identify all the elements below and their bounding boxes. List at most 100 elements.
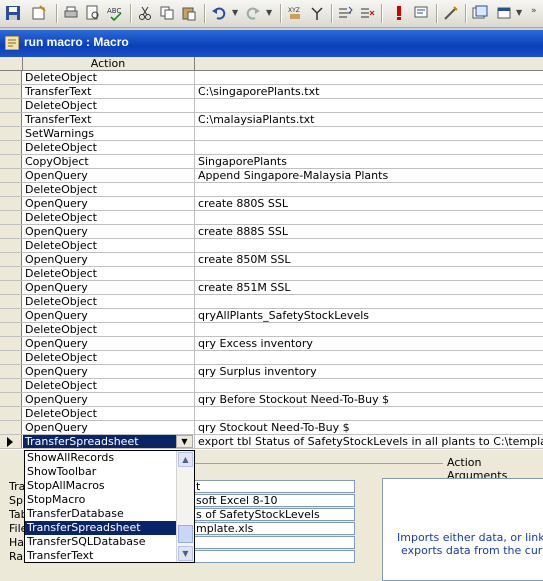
- comment-cell[interactable]: create 851M SSL: [198, 281, 543, 294]
- dropdown-item[interactable]: TransferDatabase: [25, 507, 177, 521]
- macro-row[interactable]: OpenQuery qry Stockout Need-To-Buy $: [0, 421, 543, 435]
- comment-cell[interactable]: [198, 99, 543, 112]
- action-cell[interactable]: CopyObject: [23, 155, 195, 168]
- new-object-dropdown-icon[interactable]: ▼: [516, 8, 522, 17]
- comment-cell[interactable]: [198, 71, 543, 84]
- select-all-button[interactable]: [0, 57, 23, 70]
- comment-cell[interactable]: [198, 407, 543, 420]
- conditions-icon[interactable]: [308, 4, 326, 22]
- row-selector[interactable]: [0, 393, 22, 406]
- comment-cell[interactable]: [198, 267, 543, 280]
- argument-field[interactable]: s of SafetyStockLevels: [193, 508, 355, 521]
- redo-dropdown-icon[interactable]: ▼: [266, 8, 272, 17]
- row-selector[interactable]: [0, 113, 22, 126]
- comment-cell[interactable]: [198, 183, 543, 196]
- macro-row[interactable]: DeleteObject: [0, 267, 543, 281]
- argument-field[interactable]: t: [193, 480, 355, 493]
- row-selector[interactable]: [0, 155, 22, 168]
- redo-icon[interactable]: [244, 4, 262, 22]
- macro-row[interactable]: OpenQuery qry Surplus inventory: [0, 365, 543, 379]
- spelling-icon[interactable]: ABC: [106, 4, 124, 22]
- action-cell[interactable]: DeleteObject: [23, 141, 195, 154]
- toolbar-options-icon[interactable]: »: [531, 6, 537, 16]
- argument-field[interactable]: [193, 550, 355, 563]
- row-selector[interactable]: [0, 197, 22, 210]
- action-cell[interactable]: DeleteObject: [23, 239, 195, 252]
- copy-icon[interactable]: [158, 4, 176, 22]
- undo-icon[interactable]: [210, 4, 228, 22]
- macro-row[interactable]: TransferText C:\singaporePlants.txt: [0, 85, 543, 99]
- macro-row[interactable]: OpenQuery qryAllPlants_SafetyStockLevels: [0, 309, 543, 323]
- row-selector[interactable]: [0, 379, 22, 392]
- save-icon[interactable]: [4, 4, 22, 22]
- dropdown-item[interactable]: TransferSQLDatabase: [25, 535, 177, 549]
- action-dropdown-button[interactable]: ▼: [176, 435, 193, 448]
- comment-cell[interactable]: export tbl Status of SafetyStockLevels i…: [198, 435, 543, 448]
- action-cell[interactable]: DeleteObject: [23, 379, 195, 392]
- row-selector[interactable]: [0, 281, 22, 294]
- action-cell[interactable]: TransferText: [23, 113, 195, 126]
- macro-row[interactable]: DeleteObject: [0, 407, 543, 421]
- action-cell[interactable]: SetWarnings: [23, 127, 195, 140]
- row-selector[interactable]: [0, 239, 22, 252]
- comment-cell[interactable]: qry Before Stockout Need-To-Buy $: [198, 393, 543, 406]
- action-dropdown-list[interactable]: ShowAllRecords ShowToolbar StopAllMacros St…: [24, 450, 195, 563]
- macro-row[interactable]: OpenQuery create 850M SSL: [0, 253, 543, 267]
- row-selector[interactable]: [0, 85, 22, 98]
- action-cell[interactable]: DeleteObject: [23, 267, 195, 280]
- macro-row[interactable]: TransferText C:\malaysiaPlants.txt: [0, 113, 543, 127]
- action-cell[interactable]: OpenQuery: [23, 253, 195, 266]
- action-cell[interactable]: OpenQuery: [23, 225, 195, 238]
- row-selector[interactable]: [0, 407, 22, 420]
- row-selector[interactable]: [0, 127, 22, 140]
- dropdown-item[interactable]: TransferText: [25, 549, 177, 562]
- macro-row[interactable]: OpenQuery qry Excess inventory: [0, 337, 543, 351]
- scroll-up-icon[interactable]: ▲: [178, 452, 193, 467]
- macro-row[interactable]: DeleteObject: [0, 183, 543, 197]
- row-selector[interactable]: [0, 337, 22, 350]
- insert-rows-icon[interactable]: [336, 4, 354, 22]
- macro-row[interactable]: SetWarnings: [0, 127, 543, 141]
- row-selector[interactable]: [0, 295, 22, 308]
- row-selector[interactable]: [0, 365, 22, 378]
- action-cell[interactable]: OpenQuery: [23, 197, 195, 210]
- print-preview-icon[interactable]: [84, 4, 102, 22]
- row-selector[interactable]: [0, 323, 22, 336]
- dropdown-item[interactable]: ShowToolbar: [25, 465, 177, 479]
- action-cell[interactable]: OpenQuery: [23, 309, 195, 322]
- comment-cell[interactable]: create 850M SSL: [198, 253, 543, 266]
- comment-cell[interactable]: [198, 127, 543, 140]
- macro-row[interactable]: OpenQuery create 888S SSL: [0, 225, 543, 239]
- database-window-icon[interactable]: [471, 4, 489, 22]
- single-step-icon[interactable]: [412, 4, 430, 22]
- macro-row[interactable]: DeleteObject: [0, 295, 543, 309]
- comment-cell[interactable]: [198, 239, 543, 252]
- row-selector[interactable]: [0, 351, 22, 364]
- row-selector[interactable]: [0, 435, 22, 448]
- action-cell[interactable]: DeleteObject: [23, 183, 195, 196]
- comment-cell[interactable]: [198, 379, 543, 392]
- action-cell[interactable]: OpenQuery: [23, 337, 195, 350]
- action-cell[interactable]: DeleteObject: [23, 407, 195, 420]
- row-selector[interactable]: [0, 169, 22, 182]
- action-cell[interactable]: DeleteObject: [23, 211, 195, 224]
- comment-cell[interactable]: create 880S SSL: [198, 197, 543, 210]
- action-cell[interactable]: DeleteObject: [23, 71, 195, 84]
- action-cell[interactable]: DeleteObject: [23, 99, 195, 112]
- build-wizard-icon[interactable]: [442, 4, 460, 22]
- action-cell[interactable]: OpenQuery: [23, 421, 195, 434]
- macro-row[interactable]: DeleteObject: [0, 99, 543, 113]
- comment-cell[interactable]: C:\malaysiaPlants.txt: [198, 113, 543, 126]
- macro-names-icon[interactable]: XYZ: [286, 4, 304, 22]
- macro-row[interactable]: OpenQuery qry Before Stockout Need-To-Buy…: [0, 393, 543, 407]
- macro-row[interactable]: DeleteObject: [0, 351, 543, 365]
- argument-field[interactable]: soft Excel 8-10: [193, 494, 355, 507]
- new-object-icon[interactable]: [495, 4, 513, 22]
- row-selector[interactable]: [0, 267, 22, 280]
- comment-cell[interactable]: qry Excess inventory: [198, 337, 543, 350]
- macro-row[interactable]: TransferSpreadsheet ▼ export tbl Status of…: [0, 435, 543, 449]
- comment-cell[interactable]: C:\singaporePlants.txt: [198, 85, 543, 98]
- action-cell[interactable]: DeleteObject: [23, 351, 195, 364]
- run-icon[interactable]: [390, 4, 408, 22]
- macro-window-titlebar[interactable]: run macro : Macro: [0, 30, 543, 57]
